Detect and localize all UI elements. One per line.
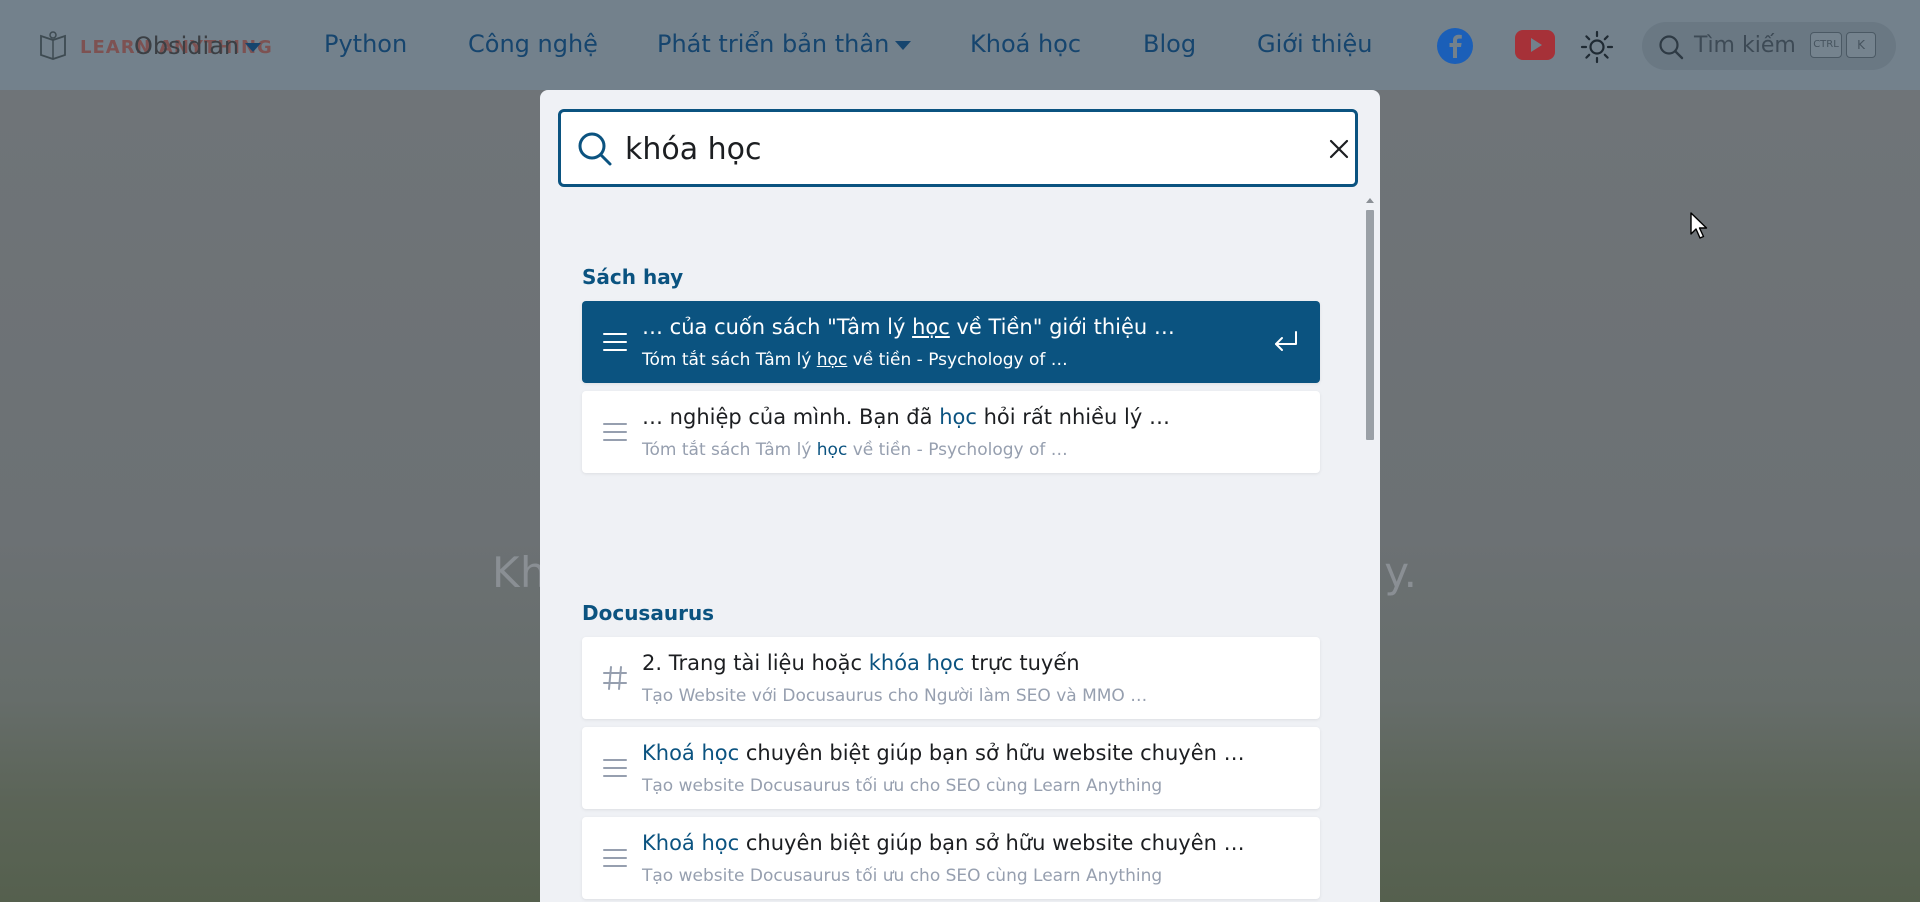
search-hit[interactable]: … của cuốn sách "Tâm lý học về Tiền" giớ…	[582, 301, 1320, 383]
search-modal: Sách hay … của cuốn sách "Tâm lý học về …	[540, 90, 1380, 902]
close-icon[interactable]	[1329, 139, 1349, 159]
hit-title-match: Khoá học	[642, 831, 740, 855]
hit-title-text: chuyên biệt giúp bạn sở hữu website chuy…	[739, 741, 1245, 765]
navbar: LEARN ANYTHING Obsidian Python Công nghệ…	[0, 0, 1920, 90]
nav-item-gioi-thieu[interactable]: Giới thiệu	[1257, 30, 1373, 58]
search-hit[interactable]: … nghiệp của mình. Bạn đã học hỏi rất nh…	[582, 391, 1320, 473]
search-field	[558, 109, 1358, 187]
content-lines-icon	[603, 333, 627, 351]
hit-title-text: trực tuyến	[964, 651, 1080, 675]
sun-icon[interactable]	[1580, 30, 1614, 64]
content-lines-icon	[603, 423, 627, 441]
hit-title-match: học	[912, 315, 950, 339]
search-placeholder: Tìm kiếm	[1694, 33, 1796, 58]
youtube-icon[interactable]	[1515, 30, 1555, 60]
hit-path-match: học	[816, 440, 848, 460]
search-input[interactable]	[623, 126, 1287, 172]
content-lines-icon	[603, 759, 627, 777]
search-hit[interactable]: Khoá học chuyên biệt giúp bạn sở hữu web…	[582, 727, 1320, 809]
hit-title: 2. Trang tài liệu hoặc khóa học trực tuy…	[642, 651, 1080, 675]
hit-path-text: Tạo Website với Docusaurus cho Người làm…	[642, 686, 1148, 706]
hit-title-text: … nghiệp của mình. Bạn đã	[642, 405, 940, 429]
enter-icon	[1275, 331, 1297, 351]
search-hit[interactable]: 2. Trang tài liệu hoặc khóa học trực tuy…	[582, 637, 1320, 719]
hit-path: Tóm tắt sách Tâm lý học về tiền - Psycho…	[642, 350, 1068, 370]
nav-item-phat-trien-ban-than[interactable]: Phát triển bản thân	[657, 30, 912, 58]
navbar-search-button[interactable]: Tìm kiếm CTRL K	[1642, 22, 1896, 70]
hit-path-match: học	[816, 350, 848, 370]
hit-title-match: khóa học	[868, 651, 965, 675]
hit-title-text: về Tiền" giới thiệu …	[949, 315, 1175, 339]
nav-item-phat-trien-ban-than-label: Phát triển bản thân	[657, 30, 890, 58]
content-lines-icon	[603, 849, 627, 867]
nav-item-khoa-hoc[interactable]: Khoá học	[970, 30, 1081, 58]
kbd-k: K	[1846, 32, 1876, 58]
facebook-icon[interactable]	[1437, 28, 1473, 64]
hit-path: Tạo website Docusaurus tối ưu cho SEO cù…	[642, 776, 1162, 796]
hit-title-text: 2. Trang tài liệu hoặc	[642, 651, 869, 675]
hash-icon	[603, 666, 627, 690]
group-title-sach-hay: Sách hay	[582, 265, 684, 289]
group-title-docusaurus: Docusaurus	[582, 601, 715, 625]
nav-item-blog[interactable]: Blog	[1143, 30, 1196, 58]
search-hit[interactable]: Khoá học chuyên biệt giúp bạn sở hữu web…	[582, 817, 1320, 899]
hit-title-match: Khoá học	[642, 741, 740, 765]
mouse-cursor-icon	[1690, 212, 1708, 239]
hit-path-text: về tiền - Psychology of …	[847, 350, 1068, 370]
hit-title-match: học	[939, 405, 977, 429]
hit-path: Tạo Website với Docusaurus cho Người làm…	[642, 686, 1147, 706]
scrollbar-thumb[interactable]	[1366, 210, 1374, 440]
hit-title-text: hỏi rất nhiều lý …	[976, 405, 1170, 429]
hit-title: … của cuốn sách "Tâm lý học về Tiền" giớ…	[642, 315, 1175, 339]
hit-path: Tóm tắt sách Tâm lý học về tiền - Psycho…	[642, 440, 1068, 460]
hit-path-text: về tiền - Psychology of …	[847, 440, 1068, 460]
site-logo[interactable]: LEARN ANYTHING Obsidian	[38, 30, 278, 62]
nav-item-python[interactable]: Python	[324, 30, 407, 58]
search-icon	[1659, 35, 1684, 60]
hit-title: … nghiệp của mình. Bạn đã học hỏi rất nh…	[642, 405, 1170, 429]
hit-title-text: … của cuốn sách "Tâm lý	[642, 315, 913, 339]
nav-item-obsidian-label: Obsidian	[134, 32, 240, 60]
hit-title-text: chuyên biệt giúp bạn sở hữu website chuy…	[739, 831, 1245, 855]
nav-item-cong-nghe[interactable]: Công nghệ	[468, 30, 598, 58]
chevron-down-icon	[245, 42, 262, 52]
hit-path: Tạo website Docusaurus tối ưu cho SEO cù…	[642, 866, 1162, 886]
nav-item-obsidian[interactable]: Obsidian	[134, 32, 262, 60]
hit-path-text: Tạo website Docusaurus tối ưu cho SEO cù…	[642, 866, 1163, 886]
search-icon	[578, 132, 612, 166]
hit-path-text: Tạo website Docusaurus tối ưu cho SEO cù…	[642, 776, 1163, 796]
chevron-down-icon	[895, 40, 912, 50]
scroll-up-arrow[interactable]	[1366, 198, 1374, 203]
kbd-ctrl: CTRL	[1810, 32, 1842, 58]
book-logo-icon	[40, 31, 66, 60]
hit-path-text: Tóm tắt sách Tâm lý	[642, 350, 817, 370]
hit-title: Khoá học chuyên biệt giúp bạn sở hữu web…	[642, 831, 1245, 855]
hit-path-text: Tóm tắt sách Tâm lý	[642, 440, 817, 460]
hero-tagline-left: Kh	[492, 548, 548, 597]
hit-title: Khoá học chuyên biệt giúp bạn sở hữu web…	[642, 741, 1245, 765]
